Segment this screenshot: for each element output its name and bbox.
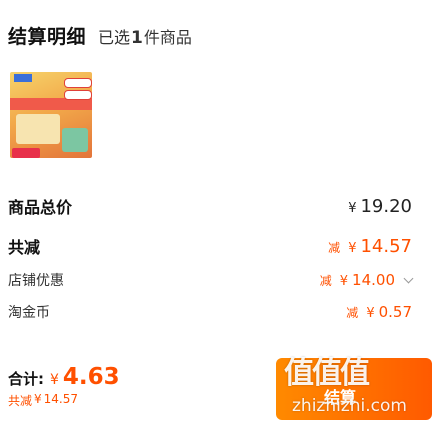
discount-total-label: 共减 — [8, 238, 41, 257]
discount-total-row: 共减 减 ¥ 14.57 — [8, 234, 412, 258]
order-total: 合计: ¥ 4.63 — [8, 364, 120, 390]
chevron-down-icon[interactable] — [403, 273, 414, 284]
coin-discount-row: 淘金币 减 ¥ 0.57 — [8, 302, 412, 322]
store-discount-currency: ¥ — [339, 274, 349, 289]
watermark-url: zhizhizhi.com — [292, 396, 407, 416]
order-total-currency: ¥ — [50, 372, 59, 388]
coin-discount-mark: 减 — [346, 306, 359, 320]
store-discount-value: 14.00 — [352, 271, 395, 289]
order-saved: 共减 ¥ 14.57 — [8, 392, 78, 409]
selected-count: 1 — [131, 28, 143, 48]
store-discount-label: 店铺优惠 — [8, 273, 64, 289]
book-cover-image — [10, 72, 92, 158]
order-saved-currency: ¥ — [34, 392, 42, 406]
total-price-row: 商品总价 ¥ 19.20 — [8, 194, 412, 218]
store-discount-mark: 减 — [319, 274, 332, 288]
selected-prefix: 已选 — [98, 28, 131, 47]
watermark-logo-text: 值值值 — [284, 356, 370, 391]
selected-count-text: 已选 1 件商品 — [98, 24, 192, 48]
watermark: 值值值 zhizhizhi.com — [280, 348, 430, 418]
total-price-label: 商品总价 — [8, 198, 73, 217]
order-total-label: 合计: — [8, 370, 44, 388]
selected-suffix: 件商品 — [143, 28, 192, 47]
discount-total-mark: 减 — [328, 240, 341, 255]
total-price-value: 19.20 — [360, 195, 412, 217]
product-thumbnail[interactable] — [8, 68, 94, 160]
coin-discount-value: 0.57 — [378, 303, 412, 321]
total-price: ¥ 19.20 — [348, 196, 412, 217]
store-discount: 减 ¥ 14.00 — [319, 271, 414, 289]
coin-discount-label: 淘金币 — [8, 305, 50, 321]
header: 结算明细 已选 1 件商品 — [8, 22, 192, 50]
discount-total-currency: ¥ — [348, 240, 357, 256]
discount-total: 减 ¥ 14.57 — [328, 236, 412, 257]
order-saved-value: 14.57 — [43, 392, 79, 406]
discount-total-value: 14.57 — [360, 235, 412, 257]
total-price-currency: ¥ — [348, 200, 357, 216]
coin-discount: 减 ¥ 0.57 — [346, 303, 412, 321]
order-total-value: 4.63 — [62, 364, 120, 390]
coin-discount-currency: ¥ — [366, 306, 375, 321]
store-discount-row[interactable]: 店铺优惠 减 ¥ 14.00 — [8, 270, 414, 290]
page-title: 结算明细 — [8, 26, 87, 48]
order-saved-label: 共减 — [8, 394, 33, 408]
